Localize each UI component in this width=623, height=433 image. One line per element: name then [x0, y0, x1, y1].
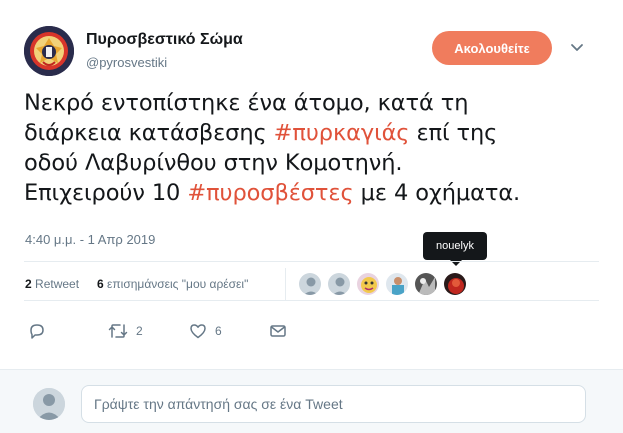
- like-button[interactable]: 6: [189, 322, 222, 340]
- reply-button[interactable]: [28, 322, 46, 340]
- tweet-line: οδού Λαβυρίνθου στην Κομοτηνή.: [24, 150, 403, 176]
- like-count: 6: [97, 277, 104, 291]
- like-stat-label: επισημάνσεις "μου αρέσει": [107, 277, 249, 291]
- message-button[interactable]: [269, 322, 287, 340]
- tweet-text-segment: επί της: [409, 120, 498, 146]
- tweet-actions: 2 6: [24, 318, 424, 348]
- tweet-line: Νεκρό εντοπίστηκε ένα άτομο, κατά τη: [24, 90, 469, 116]
- liker-avatar[interactable]: [356, 272, 380, 296]
- liker-avatar[interactable]: [327, 272, 351, 296]
- liker-avatar[interactable]: [298, 272, 322, 296]
- user-avatar: [33, 388, 65, 420]
- divider: [24, 300, 599, 301]
- tweet-text-segment: διάρκεια κατάσβεσης: [24, 120, 274, 146]
- retweet-icon: [108, 324, 128, 338]
- hashtag-link[interactable]: #πυροσβέστες: [187, 180, 353, 206]
- following-button[interactable]: Ακολουθείτε: [432, 31, 552, 65]
- retweet-action-count: 2: [136, 324, 143, 338]
- tweet-line: Επιχειρούν 10 #πυροσβέστες με 4 οχήματα.: [24, 178, 604, 208]
- liker-avatar[interactable]: [385, 272, 409, 296]
- account-name[interactable]: Πυροσβεστικό Σώμα: [86, 31, 243, 49]
- tweet-text-segment: Επιχειρούν 10: [24, 180, 188, 206]
- like-stat[interactable]: 6 επισημάνσεις "μου αρέσει": [97, 277, 248, 291]
- user-tooltip: nouelyk: [423, 232, 487, 260]
- reply-input[interactable]: Γράψτε την απάντησή σας σε ένα Tweet: [81, 385, 586, 423]
- hashtag-link[interactable]: #πυρκαγιάς: [274, 120, 410, 146]
- chevron-down-icon[interactable]: [569, 39, 585, 55]
- reply-icon: [30, 324, 44, 339]
- retweet-stat[interactable]: 2 Retweet: [25, 277, 79, 291]
- envelope-icon: [270, 325, 286, 337]
- like-action-count: 6: [215, 324, 222, 338]
- heart-icon: [190, 324, 206, 339]
- tweet-text: Νεκρό εντοπίστηκε ένα άτομο, κατά τη διά…: [24, 88, 604, 208]
- liker-avatar[interactable]: [414, 272, 438, 296]
- liker-avatar[interactable]: [443, 272, 467, 296]
- retweet-button[interactable]: 2: [108, 322, 143, 340]
- retweet-stat-label: Retweet: [35, 277, 80, 291]
- stats-separator: [285, 268, 286, 300]
- retweet-count: 2: [25, 277, 32, 291]
- tweet-stats: 2 Retweet 6 επισημάνσεις "μου αρέσει": [25, 268, 585, 300]
- reply-composer: Γράψτε την απάντησή σας σε ένα Tweet: [0, 369, 623, 433]
- tweet-header: Πυροσβεστικό Σώμα @pyrosvestiki Ακολουθε…: [24, 26, 599, 76]
- tweet-timestamp[interactable]: 4:40 μ.μ. - 1 Απρ 2019: [25, 232, 155, 247]
- account-avatar[interactable]: [24, 26, 74, 76]
- tweet-text-segment: με 4 οχήματα.: [353, 180, 521, 206]
- account-handle[interactable]: @pyrosvestiki: [86, 55, 167, 70]
- tweet-line: διάρκεια κατάσβεσης #πυρκαγιάς επί της: [24, 118, 604, 148]
- divider: [24, 261, 599, 262]
